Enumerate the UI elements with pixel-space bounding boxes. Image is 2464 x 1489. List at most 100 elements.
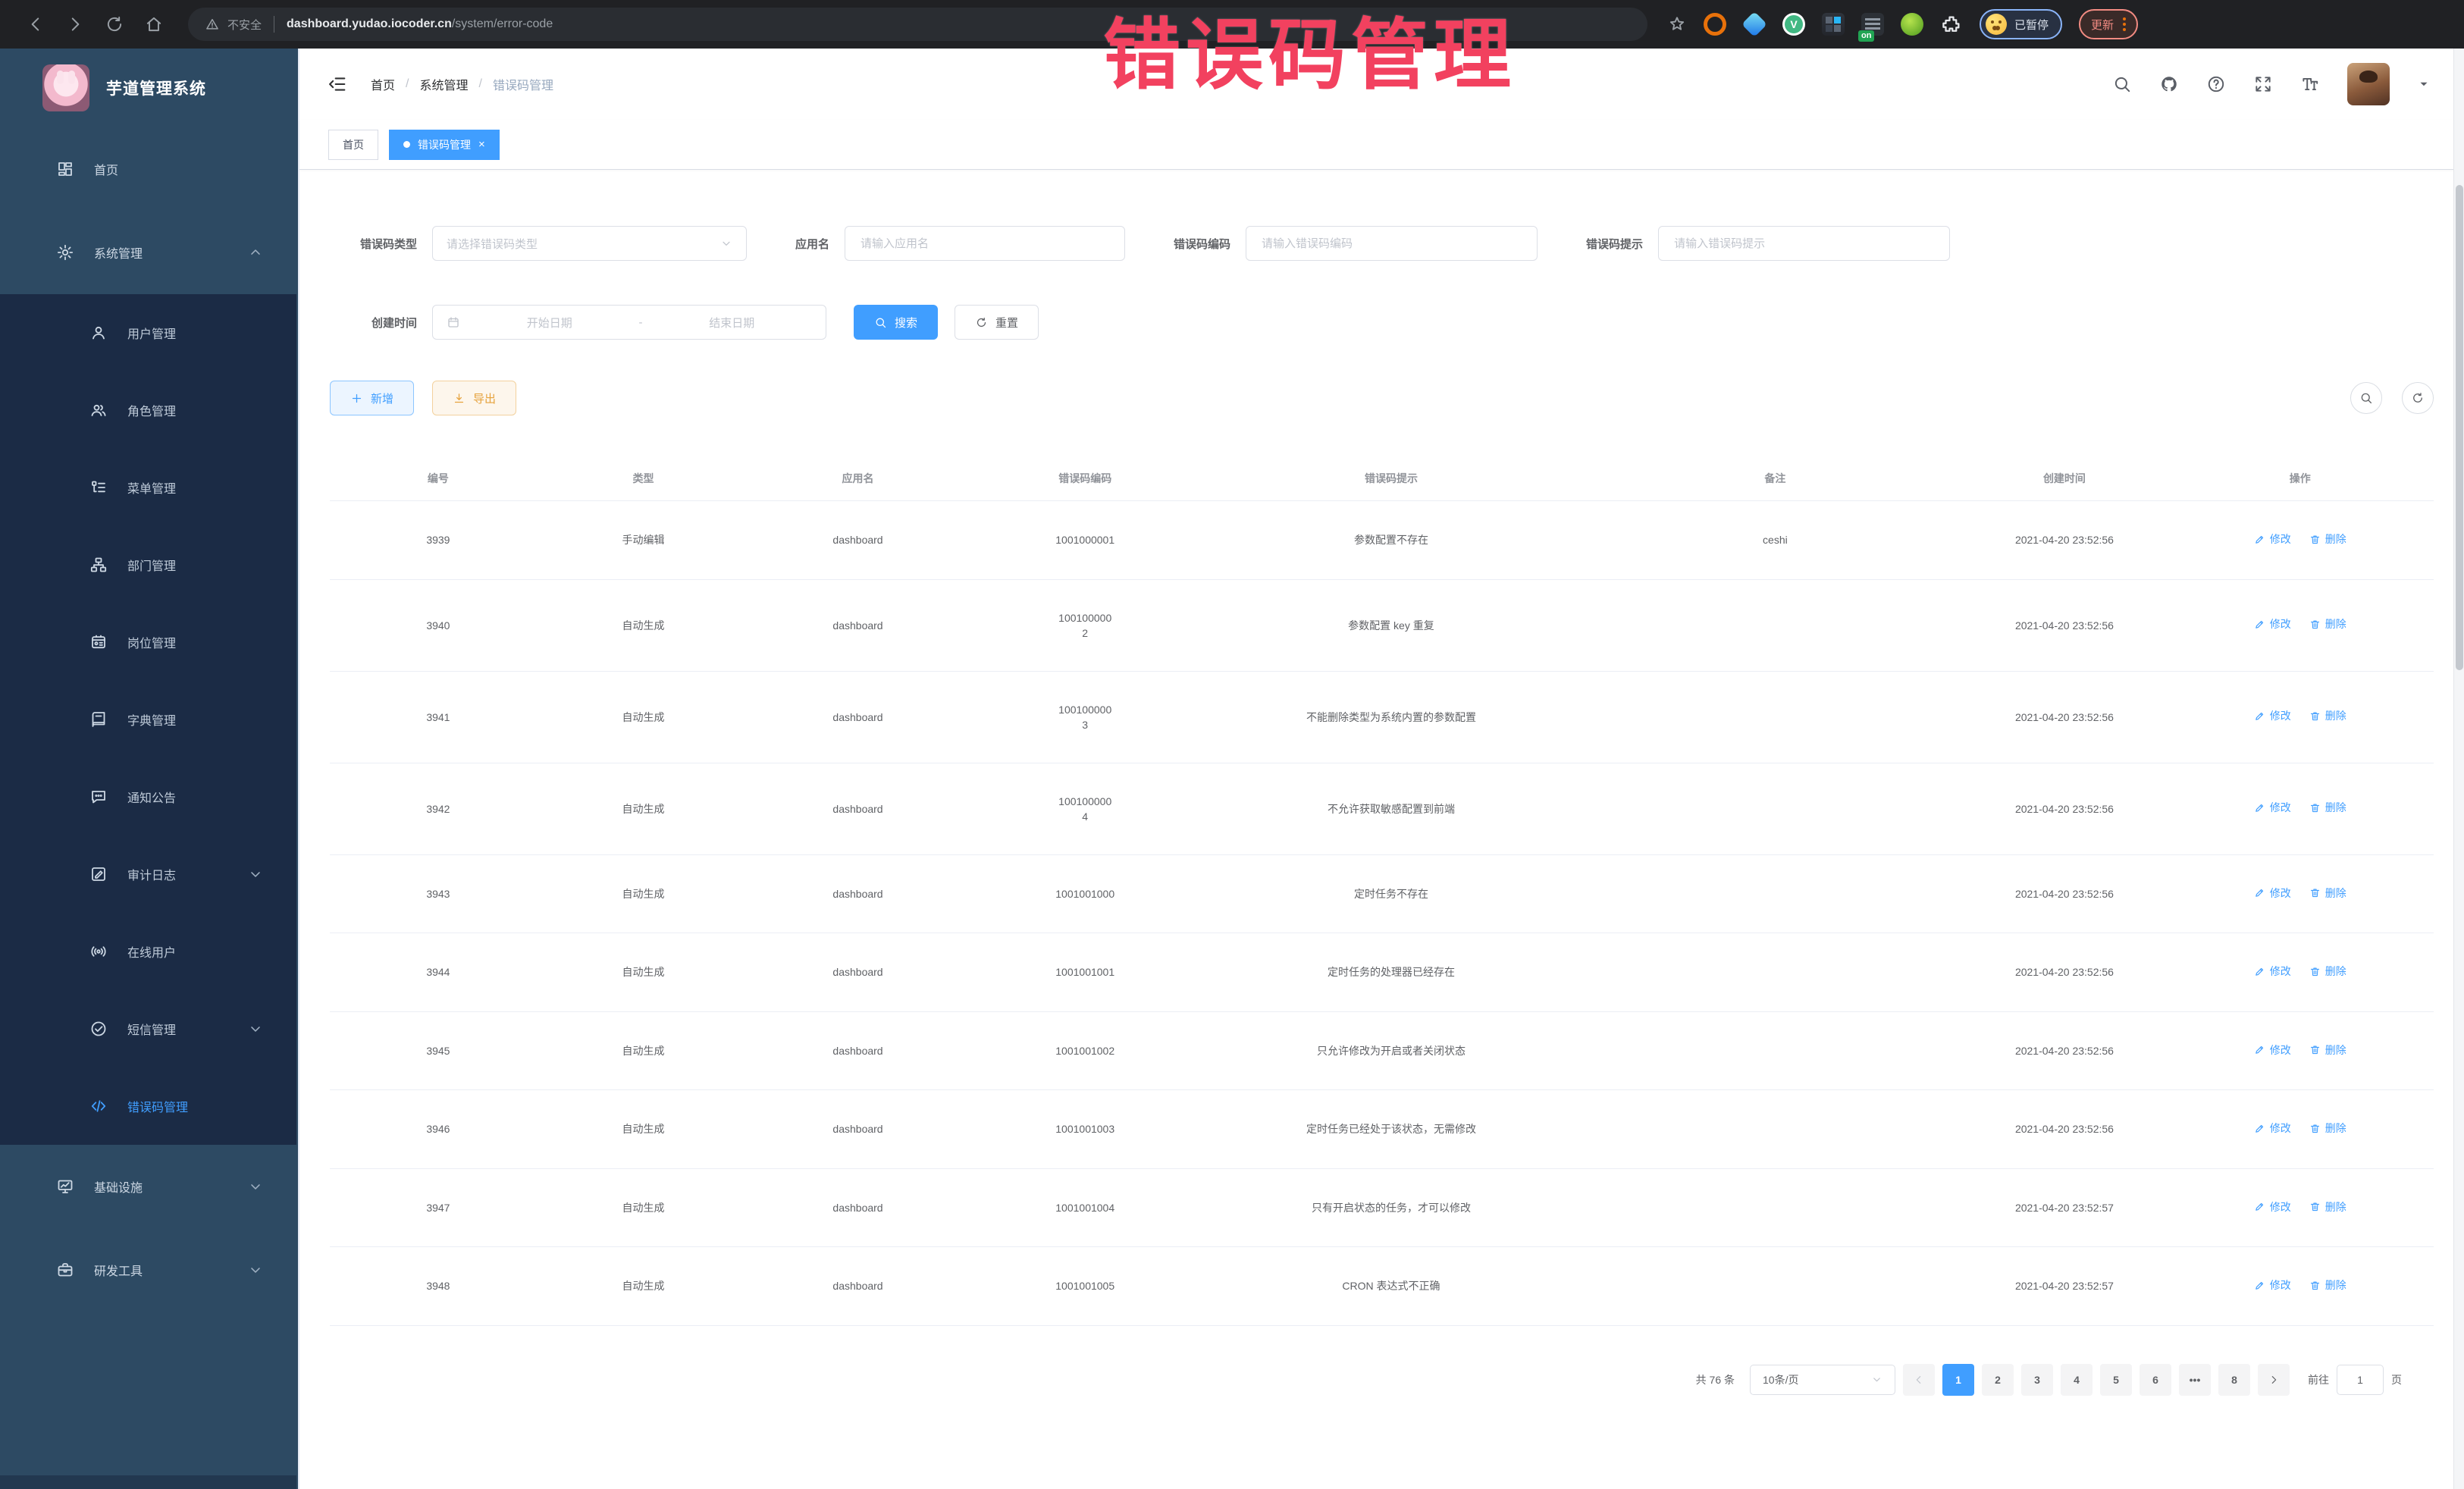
sidebar-footer-bar[interactable]	[0, 1475, 296, 1489]
page-button-1[interactable]: 1	[1942, 1364, 1974, 1396]
delete-link[interactable]: 删除	[2309, 708, 2346, 723]
scrollbar-thumb[interactable]	[2456, 185, 2463, 670]
github-icon[interactable]	[2159, 74, 2179, 94]
sidebar-item-部门管理[interactable]: 部门管理	[0, 526, 296, 603]
toggle-search-button[interactable]	[2350, 382, 2382, 414]
sidebar-item-通知公告[interactable]: 通知公告	[0, 758, 296, 835]
font-size-icon[interactable]	[2300, 74, 2320, 94]
date-range-picker[interactable]: 开始日期 - 结束日期	[432, 305, 826, 340]
tab-error-code[interactable]: 错误码管理 ×	[389, 130, 500, 160]
prev-page-button[interactable]	[1903, 1364, 1935, 1396]
delete-link[interactable]: 删除	[2309, 964, 2346, 979]
user-avatar[interactable]	[2347, 63, 2390, 105]
reset-button[interactable]: 重置	[955, 305, 1039, 340]
search-icon[interactable]	[2112, 74, 2132, 94]
delete-link[interactable]: 删除	[2309, 1042, 2346, 1058]
chrome-update-button[interactable]: 更新	[2079, 9, 2138, 39]
extension-gem-icon[interactable]	[1741, 11, 1767, 37]
edit-link[interactable]: 修改	[2254, 1277, 2291, 1293]
error-code-input[interactable]	[1260, 237, 1523, 251]
page-ellipsis[interactable]: •••	[2179, 1364, 2211, 1396]
row-actions: 修改 删除	[2167, 1168, 2434, 1247]
page-button-3[interactable]: 3	[2021, 1364, 2053, 1396]
breadcrumb-system[interactable]: 系统管理	[419, 75, 468, 93]
edit-link[interactable]: 修改	[2254, 531, 2291, 547]
page-button-6[interactable]: 6	[2140, 1364, 2171, 1396]
sidebar-item-短信管理[interactable]: 短信管理	[0, 990, 296, 1067]
sidebar-item-在线用户[interactable]: 在线用户	[0, 913, 296, 990]
sidebar-item-角色管理[interactable]: 角色管理	[0, 371, 296, 449]
page-size-select[interactable]: 10条/页	[1750, 1365, 1895, 1395]
error-type-select[interactable]: 请选择错误码类型	[432, 226, 747, 261]
search-button[interactable]: 搜索	[854, 305, 938, 340]
page-button-8[interactable]: 8	[2218, 1364, 2250, 1396]
extension-list-icon[interactable]: on	[1861, 13, 1884, 36]
edit-link[interactable]: 修改	[2254, 1042, 2291, 1058]
edit-link[interactable]: 修改	[2254, 1121, 2291, 1136]
chevron-down-icon	[248, 867, 263, 882]
sidebar-item-字典管理[interactable]: 字典管理	[0, 681, 296, 758]
delete-link[interactable]: 删除	[2309, 616, 2346, 632]
tab-home[interactable]: 首页	[328, 130, 378, 160]
delete-link[interactable]: 删除	[2309, 800, 2346, 815]
collapse-sidebar-icon[interactable]	[327, 74, 348, 95]
edit-link[interactable]: 修改	[2254, 800, 2291, 815]
edit-link[interactable]: 修改	[2254, 616, 2291, 632]
app-name-input[interactable]	[859, 237, 1111, 251]
home-browser-icon[interactable]	[144, 14, 164, 34]
sidebar-item-首页[interactable]: 首页	[0, 127, 296, 211]
next-page-button[interactable]	[2258, 1364, 2290, 1396]
edit-link[interactable]: 修改	[2254, 886, 2291, 901]
forward-icon[interactable]	[65, 14, 85, 34]
sidebar-item-label: 系统管理	[94, 243, 143, 262]
sidebar-item-基础设施[interactable]: 基础设施	[0, 1145, 296, 1228]
extension-orange-icon[interactable]	[1704, 13, 1726, 36]
edit-link[interactable]: 修改	[2254, 964, 2291, 979]
bookmark-star-icon[interactable]	[1667, 14, 1687, 34]
sidebar-item-用户管理[interactable]: 用户管理	[0, 294, 296, 371]
page-button-2[interactable]: 2	[1982, 1364, 2014, 1396]
extensions-puzzle-icon[interactable]	[1940, 13, 1963, 36]
sidebar-item-审计日志[interactable]: 审计日志	[0, 835, 296, 913]
page-scrollbar[interactable]	[2453, 49, 2464, 1489]
jump-page-input[interactable]	[2337, 1365, 2384, 1395]
delete-link[interactable]: 删除	[2309, 1277, 2346, 1293]
extension-green-icon[interactable]	[1901, 13, 1923, 36]
breadcrumb-home[interactable]: 首页	[371, 75, 395, 93]
extension-grid-icon[interactable]	[1822, 13, 1845, 36]
reload-icon[interactable]	[105, 14, 124, 34]
sidebar-item-系统管理[interactable]: 系统管理	[0, 211, 296, 294]
cell	[1588, 763, 1962, 854]
sidebar-logo-row[interactable]: 芋道管理系统	[0, 49, 298, 127]
help-icon[interactable]	[2206, 74, 2226, 94]
error-hint-input[interactable]	[1672, 237, 1936, 251]
close-tab-icon[interactable]: ×	[478, 139, 485, 150]
cell: 1001000001	[976, 501, 1195, 580]
address-bar[interactable]: 不安全 dashboard.yudao.iocoder.cn /system/e…	[188, 8, 1647, 41]
browser-extensions-area: V on 已暂停 更新	[1667, 9, 2138, 39]
back-icon[interactable]	[26, 14, 45, 34]
browser-menu-icon[interactable]	[2123, 17, 2126, 31]
profile-paused-chip[interactable]: 已暂停	[1980, 9, 2062, 39]
fullscreen-icon[interactable]	[2253, 74, 2273, 94]
page-button-5[interactable]: 5	[2100, 1364, 2132, 1396]
edit-link[interactable]: 修改	[2254, 708, 2291, 723]
delete-link[interactable]: 删除	[2309, 531, 2346, 547]
delete-link[interactable]: 删除	[2309, 1121, 2346, 1136]
cell: 1001001005	[976, 1247, 1195, 1326]
extension-vue-devtools-icon[interactable]: V	[1782, 13, 1805, 36]
sidebar-item-岗位管理[interactable]: 岗位管理	[0, 603, 296, 681]
sidebar-item-错误码管理[interactable]: 错误码管理	[0, 1067, 296, 1145]
sidebar-item-菜单管理[interactable]: 菜单管理	[0, 449, 296, 526]
export-button[interactable]: 导出	[432, 381, 516, 415]
chevron-down-icon	[248, 1262, 263, 1277]
avatar-caret-icon[interactable]	[2417, 77, 2431, 91]
add-button[interactable]: 新增	[330, 381, 414, 415]
sidebar-item-研发工具[interactable]: 研发工具	[0, 1228, 296, 1312]
delete-link[interactable]: 删除	[2309, 1199, 2346, 1215]
page-jumper: 前往 页	[2308, 1365, 2402, 1395]
edit-link[interactable]: 修改	[2254, 1199, 2291, 1215]
refresh-table-button[interactable]	[2402, 382, 2434, 414]
delete-link[interactable]: 删除	[2309, 886, 2346, 901]
page-button-4[interactable]: 4	[2061, 1364, 2093, 1396]
